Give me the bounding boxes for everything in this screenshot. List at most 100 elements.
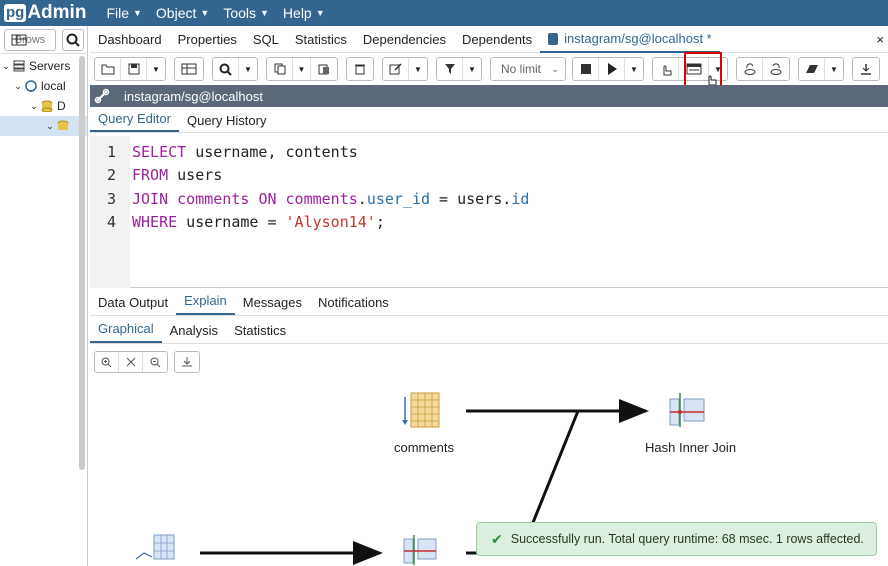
execute-dropdown-button[interactable]: ▼ — [625, 58, 643, 80]
download-button[interactable] — [853, 58, 879, 80]
copy-dropdown-button[interactable]: ▼ — [293, 58, 311, 80]
code-text: SELECT username, contents — [132, 143, 358, 161]
cursor-pointer-icon — [708, 75, 717, 86]
clear-button[interactable] — [799, 58, 825, 80]
code-token: JOIN — [132, 189, 169, 208]
find-dropdown-button[interactable]: ▼ — [239, 58, 257, 80]
tab-properties[interactable]: Properties — [170, 27, 245, 53]
tab-query-history[interactable]: Query History — [179, 113, 274, 132]
connection-status-icon[interactable] — [90, 88, 114, 104]
connection-label[interactable]: instagram/sg@localhost — [124, 89, 263, 104]
search-button[interactable] — [62, 28, 84, 51]
edit-button[interactable] — [383, 58, 409, 80]
sql-editor[interactable]: 1 SELECT username, contents 2 FROM users 3 JO… — [90, 136, 888, 288]
close-icon[interactable]: × — [876, 32, 884, 47]
menu-tools[interactable]: Tools ▼ — [223, 5, 269, 21]
delete-button[interactable] — [347, 58, 373, 80]
filter-group: ▼ — [436, 57, 482, 81]
paste-icon — [318, 64, 329, 75]
tab-sql[interactable]: SQL — [245, 27, 287, 53]
chevron-down-icon: ▼ — [260, 8, 269, 18]
tab-statistics[interactable]: Statistics — [287, 27, 355, 53]
tab-notifications[interactable]: Notifications — [310, 295, 397, 315]
edit-dropdown-button[interactable]: ▼ — [409, 58, 427, 80]
find-button[interactable] — [213, 58, 239, 80]
code-token: user_id — [366, 189, 431, 208]
main-menu: File ▼ Object ▼ Tools ▼ Help ▼ — [106, 5, 338, 21]
row-limit-select[interactable]: No limit ⌄ — [490, 57, 566, 81]
clear-dropdown-button[interactable]: ▼ — [825, 58, 843, 80]
explain-button[interactable] — [653, 58, 679, 80]
tab-explain[interactable]: Explain — [176, 293, 235, 315]
execute-button[interactable] — [599, 58, 625, 80]
open-file-button[interactable] — [95, 58, 121, 80]
tab-data-output[interactable]: Data Output — [90, 295, 176, 315]
menu-help[interactable]: Help ▼ — [283, 5, 325, 21]
code-token: . — [357, 189, 367, 208]
code-token: users — [168, 166, 223, 184]
node-label-hash-inner-join[interactable]: Hash Inner Join — [645, 440, 736, 455]
tab-graphical[interactable]: Graphical — [90, 321, 162, 343]
checkmark-icon: ✔ — [491, 530, 503, 547]
tab-query-editor[interactable]: Query Editor — [90, 111, 179, 132]
code-line[interactable]: 1 SELECT username, contents — [90, 140, 358, 163]
chevron-down-icon: ▼ — [133, 8, 142, 18]
filter-dropdown-button[interactable]: ▼ — [463, 58, 481, 80]
stop-button[interactable] — [573, 58, 599, 80]
editor-tabs: Query Editor Query History — [90, 109, 888, 133]
chevron-down-icon[interactable]: ⌄ — [0, 61, 12, 72]
object-tree: ⌄ Servers ⌄ local ⌄ D ⌄ — [0, 54, 87, 136]
seq-scan-icon — [402, 392, 440, 428]
tab-analysis[interactable]: Analysis — [162, 323, 226, 343]
menu-file[interactable]: File ▼ — [106, 5, 141, 21]
tree-item-server[interactable]: ⌄ local — [0, 76, 87, 96]
copy-icon — [274, 63, 285, 75]
rollback-icon — [770, 62, 782, 75]
transaction-group — [736, 57, 790, 81]
copy-button[interactable] — [267, 58, 293, 80]
code-token: username, contents — [186, 142, 358, 161]
tab-dependents[interactable]: Dependents — [454, 27, 540, 53]
edit-grid-group — [174, 57, 204, 81]
filter-button[interactable] — [437, 58, 463, 80]
tree-item-databases[interactable]: ⌄ D — [0, 96, 87, 116]
code-line[interactable]: 2 FROM users — [90, 164, 222, 187]
tree-item-instagram[interactable]: ⌄ — [0, 116, 87, 136]
tab-messages[interactable]: Messages — [235, 295, 310, 315]
tab-dashboard[interactable]: Dashboard — [90, 27, 170, 53]
tab-dependencies[interactable]: Dependencies — [355, 27, 454, 53]
browser-tab[interactable]: Brows — [4, 28, 56, 51]
play-icon — [607, 63, 617, 75]
node-label-comments[interactable]: comments — [394, 440, 454, 455]
postgres-elephant-icon — [25, 80, 37, 92]
query-toolbar: ▼ ▼ ▼ ▼ ▼ No limit ⌄ ▼ ▼ ▼ — [90, 54, 888, 84]
connection-bar: instagram/sg@localhost — [90, 85, 888, 107]
code-token: comments — [177, 189, 250, 208]
filter-icon — [444, 64, 455, 74]
commit-button[interactable] — [737, 58, 763, 80]
logo-admin: Admin — [27, 2, 87, 23]
chevron-down-icon[interactable]: ⌄ — [44, 121, 56, 132]
rollback-button[interactable] — [763, 58, 789, 80]
code-line[interactable]: 3 JOIN comments ON comments.user_id = use… — [90, 187, 529, 210]
paste-button[interactable] — [311, 58, 337, 80]
save-dropdown-button[interactable]: ▼ — [147, 58, 165, 80]
chevron-down-icon[interactable]: ⌄ — [12, 81, 24, 92]
chevron-down-icon[interactable]: ⌄ — [28, 101, 40, 112]
file-group: ▼ — [94, 57, 166, 81]
logo-pg: pg — [4, 4, 27, 22]
code-token: SELECT — [132, 142, 187, 161]
database-icon — [548, 32, 559, 45]
chevron-down-icon: ▼ — [200, 8, 210, 18]
menu-object[interactable]: Object ▼ — [156, 5, 209, 21]
download-group — [852, 57, 880, 81]
tab-explain-statistics[interactable]: Statistics — [226, 323, 294, 343]
tab-query-tool[interactable]: instagram/sg@localhost * — [540, 27, 720, 53]
code-token: username = — [177, 213, 286, 231]
edit-data-button[interactable] — [175, 58, 203, 80]
save-button[interactable] — [121, 58, 147, 80]
code-line[interactable]: 4 WHERE username = 'Alyson14'; — [90, 211, 385, 234]
tree-item-servers[interactable]: ⌄ Servers — [0, 56, 87, 76]
browser-scrollbar[interactable] — [79, 56, 85, 470]
